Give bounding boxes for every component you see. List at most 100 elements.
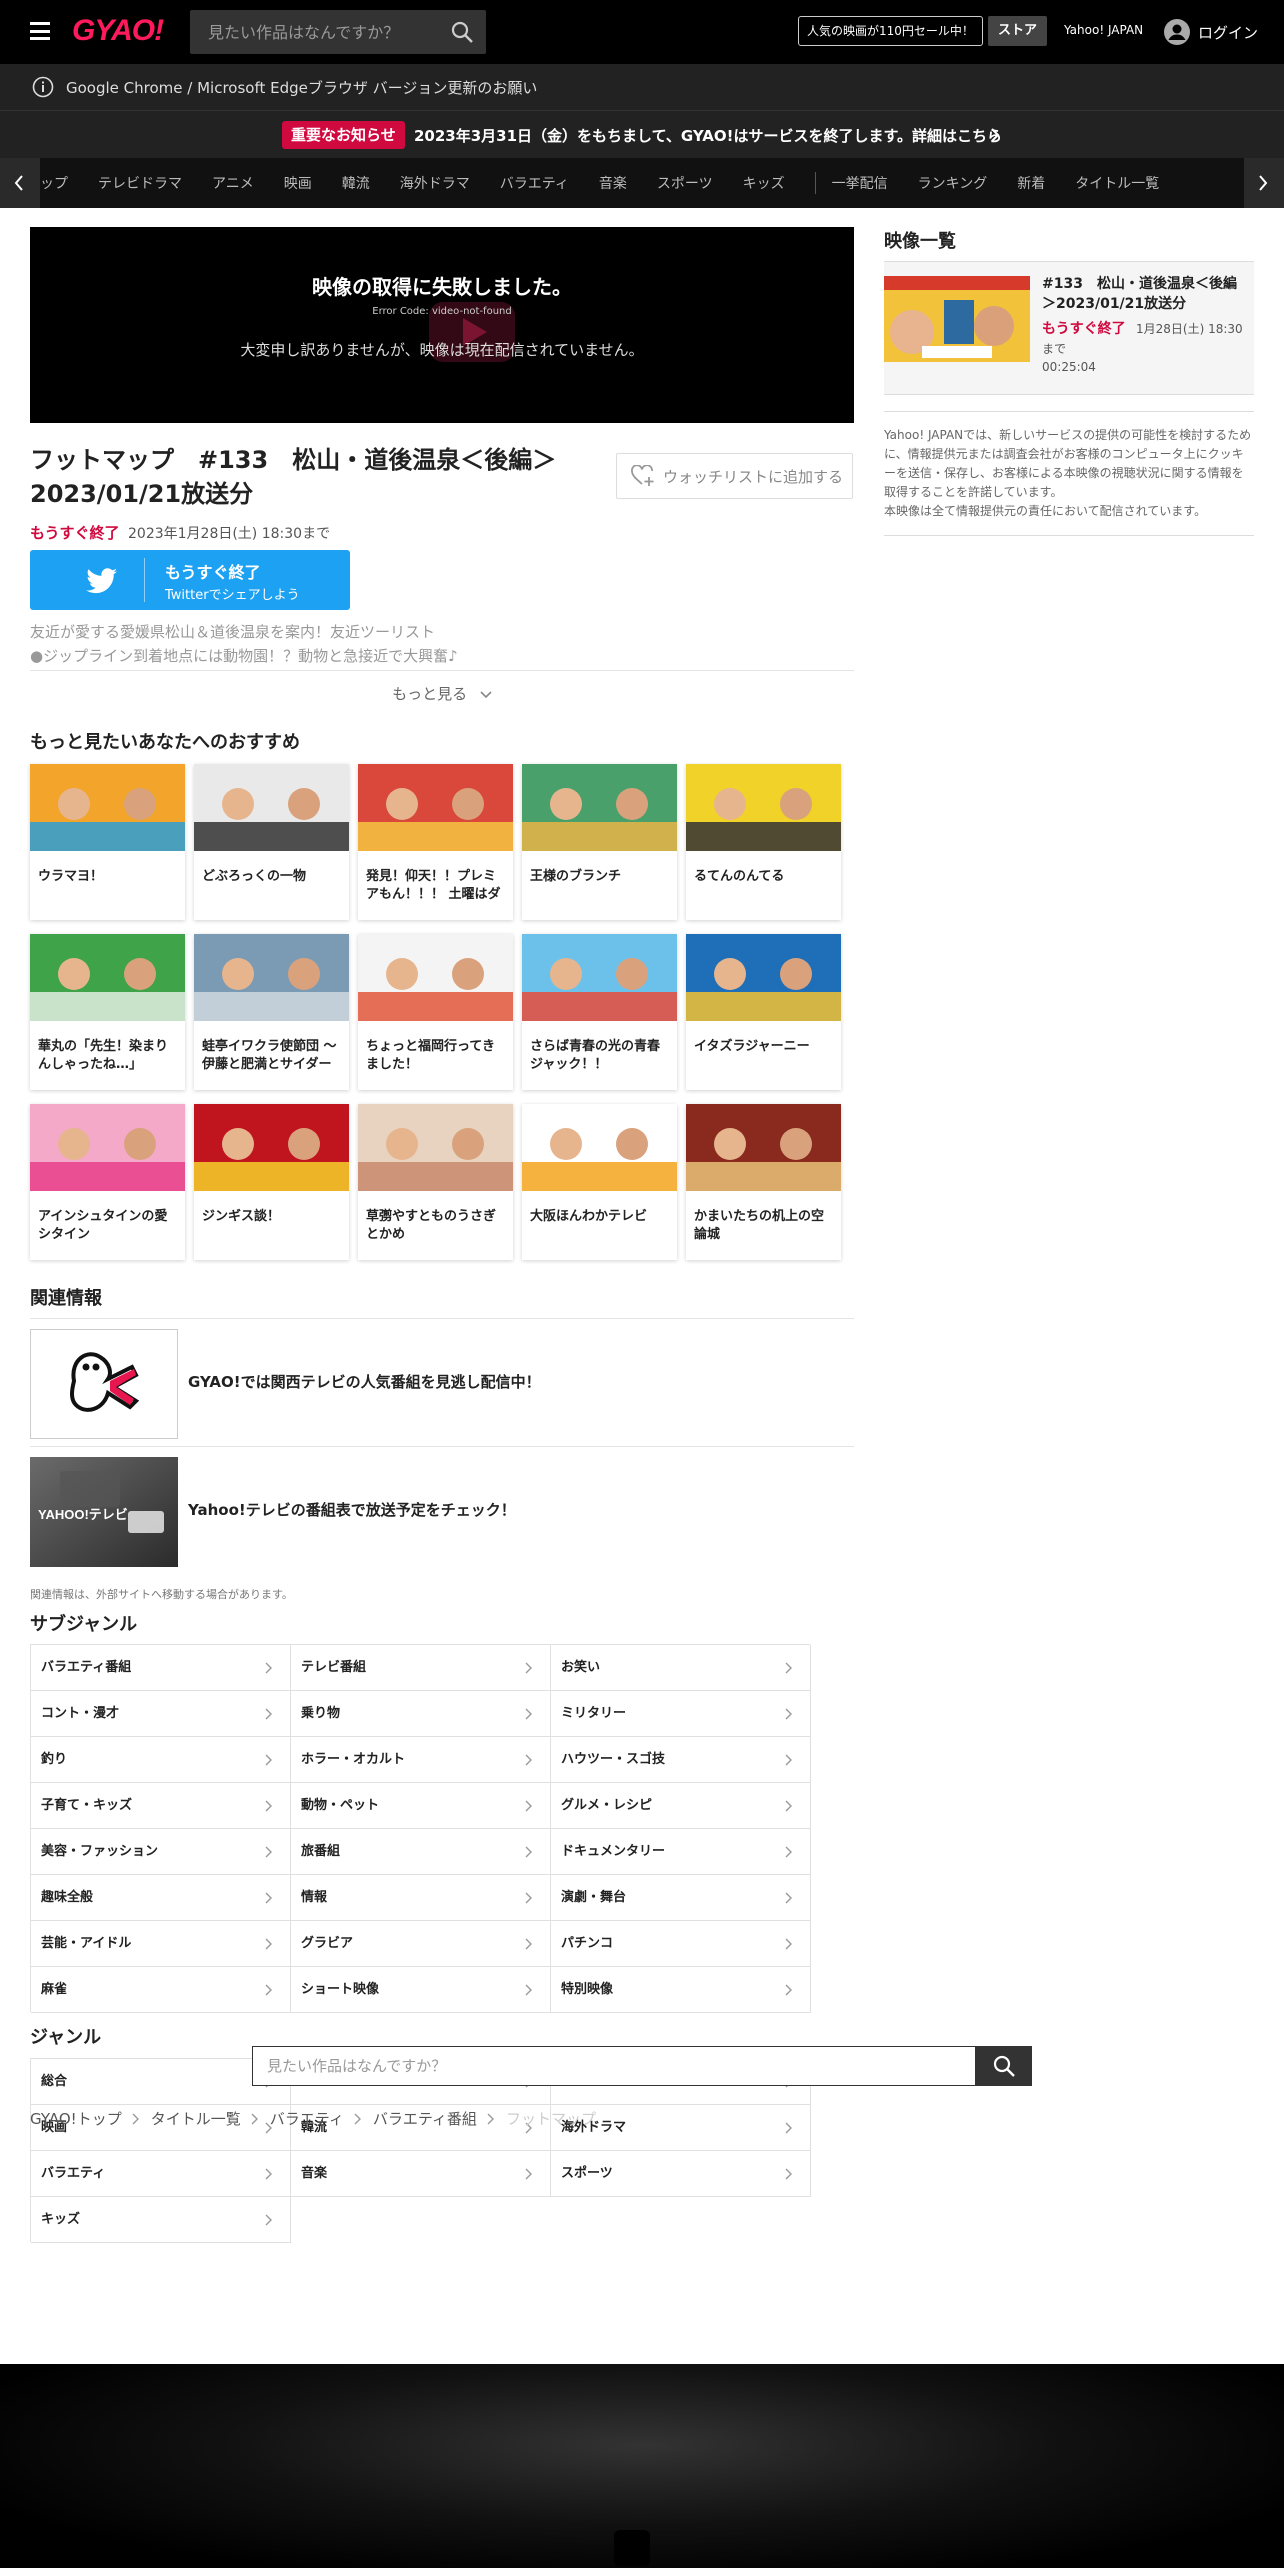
twitter-share-button[interactable]: もうすぐ終了 Twitterでシェアしよう	[30, 550, 350, 610]
nav-prev-button[interactable]	[0, 158, 40, 208]
yahoo-japan-link[interactable]: Yahoo! JAPAN	[1064, 23, 1143, 37]
genre-link[interactable]: テレビ番組	[291, 1645, 551, 1691]
nav-item-music[interactable]: 音楽	[599, 173, 627, 193]
video-player[interactable]: 映像の取得に失敗しました。 Error Code: video-not-foun…	[30, 227, 854, 423]
genre-link[interactable]: 動物・ペット	[291, 1783, 551, 1829]
recommend-thumbnail	[30, 934, 185, 1021]
genre-link[interactable]: グラビア	[291, 1921, 551, 1967]
recommend-card[interactable]: 王様のブランチ	[522, 764, 677, 920]
show-more-button[interactable]: もっと見る	[30, 670, 854, 716]
chevron-right-icon	[525, 1708, 532, 1720]
gyao-logo[interactable]: GYAO!	[72, 14, 164, 48]
genre-link[interactable]: 趣味全般	[31, 1875, 291, 1921]
recommend-card[interactable]: アインシュタインの愛シタイン	[30, 1104, 185, 1260]
chevron-right-icon	[785, 2122, 792, 2134]
genre-link[interactable]: 特別映像	[551, 1967, 811, 2013]
footer-search-input[interactable]	[252, 2046, 976, 2086]
breadcrumb-variety-program[interactable]: バラエティ番組	[373, 2108, 477, 2129]
recommend-card[interactable]: さらば青春の光の青春ジャック！！	[522, 934, 677, 1090]
genre-link[interactable]: ドキュメンタリー	[551, 1829, 811, 1875]
nav-item-kids[interactable]: キッズ	[743, 173, 785, 193]
breadcrumb-top[interactable]: GYAO!トップ	[30, 2108, 122, 2129]
store-button[interactable]: ストア	[988, 16, 1048, 46]
genre-link[interactable]: 麻雀	[31, 1967, 291, 2013]
nav-item-new[interactable]: 新着	[1017, 173, 1045, 193]
nav-item-overseas-drama[interactable]: 海外ドラマ	[400, 173, 470, 193]
recommend-card[interactable]: どぶろっくの一物	[194, 764, 349, 920]
recommend-card[interactable]: ちょっと福岡行ってきました！	[358, 934, 513, 1090]
genre-link[interactable]: 情報	[291, 1875, 551, 1921]
nav-item-ranking[interactable]: ランキング	[918, 173, 988, 193]
menu-icon[interactable]	[30, 22, 50, 40]
recommend-thumbnail	[358, 764, 513, 851]
recommend-card[interactable]: ジンギス談！	[194, 1104, 349, 1260]
recommend-label: アインシュタインの愛シタイン	[38, 1209, 168, 1242]
genre-link[interactable]: バラエティ	[31, 2151, 291, 2197]
breadcrumb-title-list[interactable]: タイトル一覧	[151, 2108, 241, 2129]
genre-link[interactable]: グルメ・レシピ	[551, 1783, 811, 1829]
recommend-label: ちょっと福岡行ってきました！	[366, 1039, 495, 1072]
sidebar-video-item[interactable]: #133 松山・道後温泉＜後編＞2023/01/21放送分 もうすぐ終了 1月2…	[884, 261, 1254, 395]
browser-notice[interactable]: Google Chrome / Microsoft Edgeブラウザ バージョン…	[0, 64, 1284, 110]
genre-link[interactable]: 乗り物	[291, 1691, 551, 1737]
footer	[0, 2364, 1284, 2568]
important-notice[interactable]: 重要なお知らせ 2023年3月31日（金）をもちまして、GYAO!はサービスを終…	[0, 110, 1284, 158]
important-notice-text[interactable]: 2023年3月31日（金）をもちまして、GYAO!はサービスを終了します。詳細は…	[414, 125, 1002, 146]
genre-link[interactable]: パチンコ	[551, 1921, 811, 1967]
nav-item-binge[interactable]: 一挙配信	[832, 173, 888, 193]
search-icon[interactable]	[450, 20, 474, 44]
genre-link[interactable]: 音楽	[291, 2151, 551, 2197]
genre-link[interactable]: ショート映像	[291, 1967, 551, 2013]
nav-item-sports[interactable]: スポーツ	[657, 173, 713, 193]
genre-link[interactable]: 旅番組	[291, 1829, 551, 1875]
genre-link[interactable]: 釣り	[31, 1737, 291, 1783]
genre-link[interactable]: ミリタリー	[551, 1691, 811, 1737]
genre-link[interactable]: 子育て・キッズ	[31, 1783, 291, 1829]
watchlist-button[interactable]: ウォッチリストに追加する	[616, 453, 853, 499]
recommend-card[interactable]: 蛙亭イワクラ使節団 ～伊藤と肥満とサイダー	[194, 934, 349, 1090]
nav-next-button[interactable]	[1244, 158, 1284, 208]
sidebar-item-soon: もうすぐ終了	[1042, 321, 1126, 337]
genre-link[interactable]: スポーツ	[551, 2151, 811, 2197]
nav-item-drama[interactable]: テレビドラマ	[98, 173, 182, 193]
breadcrumb-variety[interactable]: バラエティ	[270, 2108, 344, 2129]
genre-link[interactable]: キッズ	[31, 2197, 291, 2243]
nav-item-top[interactable]: ップ	[40, 173, 68, 193]
genre-link[interactable]: 演劇・舞台	[551, 1875, 811, 1921]
yahoo-tv-logo: YAHOO!テレビ	[38, 1507, 128, 1522]
nav-item-movie[interactable]: 映画	[284, 173, 312, 193]
recommend-card[interactable]: ウラマヨ！	[30, 764, 185, 920]
login-button[interactable]: ログイン	[1164, 19, 1258, 45]
genre-link[interactable]: 芸能・アイドル	[31, 1921, 291, 1967]
recommend-card[interactable]: 草彅やすとものうさぎとかめ	[358, 1104, 513, 1260]
nav-item-korean[interactable]: 韓流	[342, 173, 370, 193]
genre-link[interactable]: ホラー・オカルト	[291, 1737, 551, 1783]
search-input[interactable]	[190, 10, 440, 54]
chevron-right-icon	[487, 2113, 494, 2124]
nav-item-variety[interactable]: バラエティ	[500, 173, 569, 193]
genre-link[interactable]: コント・漫才	[31, 1691, 291, 1737]
chevron-right-icon	[785, 1846, 792, 1858]
recommend-card[interactable]: イタズラジャーニー	[686, 934, 841, 1090]
header: GYAO! 人気の映画が110円セール中！ ストア Yahoo! JAPAN ロ…	[0, 0, 1284, 64]
chevron-left-icon	[14, 175, 23, 191]
recommend-card[interactable]: るてんのんてる	[686, 764, 841, 920]
genre-link-label: ミリタリー	[561, 1706, 627, 1721]
sale-link[interactable]: 人気の映画が110円セール中！	[798, 16, 983, 46]
recommend-card[interactable]: 発見！仰天！！プレミアもん！！！ 土曜はダ	[358, 764, 513, 920]
genre-link[interactable]: バラエティ番組	[31, 1645, 291, 1691]
recommend-card[interactable]: 華丸の「先生！染まりんしゃったね…」	[30, 934, 185, 1090]
footer-search-button[interactable]	[976, 2046, 1032, 2086]
recommend-card[interactable]: 大阪ほんわかテレビ	[522, 1104, 677, 1260]
genre-link[interactable]: 美容・ファッション	[31, 1829, 291, 1875]
recommend-card[interactable]: かまいたちの机上の空論城	[686, 1104, 841, 1260]
chevron-right-icon	[265, 1708, 272, 1720]
nav-item-anime[interactable]: アニメ	[212, 173, 254, 193]
nav-item-title-list[interactable]: タイトル一覧	[1075, 173, 1159, 193]
genre-link[interactable]: お笑い	[551, 1645, 811, 1691]
related-item-yahoo-tv[interactable]: YAHOO!テレビ Yahoo!テレビの番組表で放送予定をチェック！	[30, 1446, 854, 1574]
related-item-kantele[interactable]: GYAO!では関西テレビの人気番組を見逃し配信中！	[30, 1318, 854, 1446]
genre-link-label: ホラー・オカルト	[301, 1752, 406, 1767]
genre-link-label: お笑い	[561, 1660, 601, 1675]
genre-link[interactable]: ハウツー・スゴ技	[551, 1737, 811, 1783]
